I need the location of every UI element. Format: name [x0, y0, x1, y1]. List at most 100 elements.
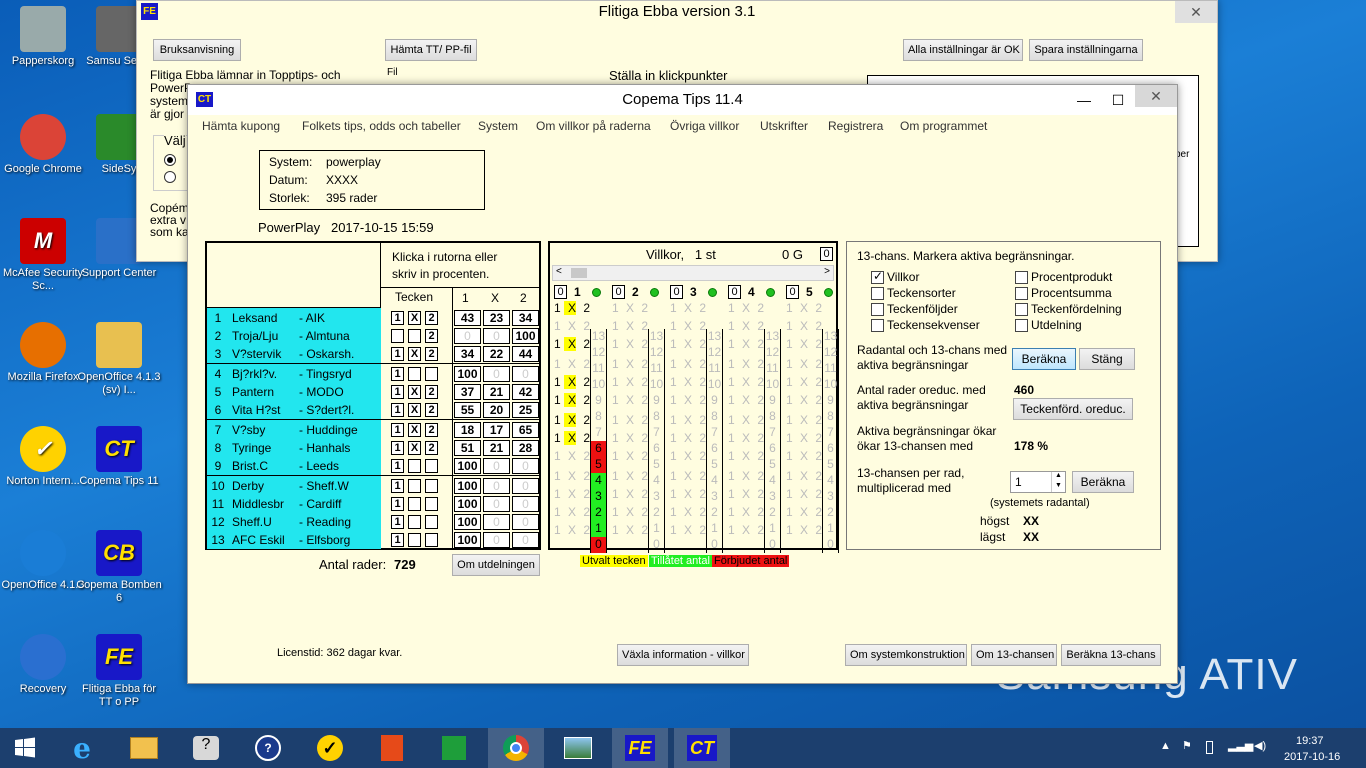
- sign-box[interactable]: 1: [391, 311, 404, 325]
- villkor-cell[interactable]: 1 X 2: [786, 357, 824, 371]
- villkor-cell[interactable]: 1 X 2: [612, 469, 650, 483]
- percent-field[interactable]: 0: [483, 366, 510, 382]
- villkor-cell[interactable]: 1 X 2: [554, 449, 592, 463]
- vaxla-information-button[interactable]: Växla information - villkor: [617, 644, 749, 666]
- sign-box[interactable]: 1: [391, 441, 404, 455]
- villkor-cell[interactable]: 1 X 2: [612, 393, 650, 407]
- desktop-icon[interactable]: Google Chrome: [0, 114, 86, 176]
- constraint-checkbox[interactable]: Teckenföljder: [871, 302, 958, 317]
- sign-box[interactable]: [425, 515, 438, 529]
- sign-box[interactable]: 2: [425, 385, 438, 399]
- sign-box[interactable]: 1: [391, 479, 404, 493]
- villkor-count-box[interactable]: 0: [728, 285, 741, 299]
- percent-field[interactable]: 0: [512, 514, 539, 530]
- villkor-cell[interactable]: 1 X 2: [728, 469, 766, 483]
- villkor-cell[interactable]: 1 X 2: [728, 523, 766, 537]
- percent-field[interactable]: 0: [483, 514, 510, 530]
- villkor-count-box[interactable]: 0: [612, 285, 625, 299]
- sign-box[interactable]: 2: [425, 441, 438, 455]
- villkor-cell[interactable]: 1 X 2: [554, 505, 592, 519]
- stang-button[interactable]: Stäng: [1079, 348, 1135, 370]
- percent-field[interactable]: 0: [512, 458, 539, 474]
- villkor-cell[interactable]: 1 X 2: [554, 523, 592, 537]
- file-explorer-icon[interactable]: [116, 728, 172, 768]
- percent-field[interactable]: 18: [454, 422, 481, 438]
- percent-field[interactable]: 100: [454, 366, 481, 382]
- villkor-cell[interactable]: 1 X 2: [786, 393, 824, 407]
- ebba-close-button[interactable]: ✕: [1175, 1, 1217, 23]
- villkor-cell[interactable]: 1 X 2: [728, 413, 766, 427]
- sign-box[interactable]: 1: [391, 347, 404, 361]
- sign-box[interactable]: 1: [391, 515, 404, 529]
- villkor-cell[interactable]: 1 X 2: [786, 337, 824, 351]
- percent-field[interactable]: 0: [483, 328, 510, 344]
- percent-field[interactable]: 0: [512, 496, 539, 512]
- villkor-cell[interactable]: 1 X 2: [786, 375, 824, 389]
- villkor-cell[interactable]: 1 X 2: [670, 487, 708, 501]
- villkor-cell[interactable]: 1 X 2: [786, 487, 824, 501]
- desktop-icon[interactable]: OpenOffice 4.1.3: [0, 530, 86, 592]
- percent-field[interactable]: 100: [454, 458, 481, 474]
- sign-box[interactable]: 2: [425, 329, 438, 343]
- percent-field[interactable]: 100: [454, 496, 481, 512]
- villkor-cell[interactable]: 1 X 2: [728, 487, 766, 501]
- sign-box[interactable]: 2: [425, 311, 438, 325]
- desktop-icon[interactable]: ✓ Norton Intern...: [0, 426, 86, 488]
- sign-box[interactable]: [425, 459, 438, 473]
- percent-field[interactable]: 17: [483, 422, 510, 438]
- villkor-cell[interactable]: 1 X 2: [612, 487, 650, 501]
- desktop-icon[interactable]: Papperskorg: [0, 6, 86, 68]
- all-settings-ok-button[interactable]: Alla inställningar är OK: [903, 39, 1023, 61]
- menu-system[interactable]: System: [478, 119, 518, 133]
- sign-box[interactable]: [408, 459, 421, 473]
- menu-om-programmet[interactable]: Om programmet: [900, 119, 987, 133]
- om-utdelningen-button[interactable]: Om utdelningen: [452, 554, 540, 576]
- villkor-cell[interactable]: 1 X 2: [612, 337, 650, 351]
- constraint-checkbox[interactable]: Procentsumma: [1015, 286, 1112, 301]
- villkor-cell[interactable]: 1 X 2: [612, 375, 650, 389]
- percent-field[interactable]: 22: [483, 346, 510, 362]
- percent-field[interactable]: 28: [512, 440, 539, 456]
- tray-flag-icon[interactable]: ⚑: [1182, 739, 1192, 752]
- villkor-cell[interactable]: 1 X 2: [554, 393, 593, 407]
- villkor-cell[interactable]: 1 X 2: [612, 431, 650, 445]
- maximize-button[interactable]: ☐: [1101, 89, 1135, 111]
- percent-field[interactable]: 100: [454, 514, 481, 530]
- percent-field[interactable]: 21: [483, 384, 510, 400]
- percent-field[interactable]: 0: [483, 458, 510, 474]
- menu-hamta-kupong[interactable]: Hämta kupong: [202, 119, 280, 133]
- percent-field[interactable]: 37: [454, 384, 481, 400]
- villkor-count-box[interactable]: 0: [554, 285, 567, 299]
- tray-up-arrow-icon[interactable]: ▲: [1160, 740, 1171, 752]
- checkbox-box[interactable]: [1015, 271, 1028, 285]
- close-button[interactable]: ✕: [1135, 85, 1177, 107]
- sign-box[interactable]: [391, 329, 404, 343]
- villkor-cell[interactable]: 1 X 2: [612, 319, 650, 333]
- desktop-icon[interactable]: Mozilla Firefox: [0, 322, 86, 384]
- checkbox-box[interactable]: [1015, 303, 1028, 317]
- villkor-cell[interactable]: 1 X 2: [612, 357, 650, 371]
- sign-box[interactable]: 2: [425, 423, 438, 437]
- percent-field[interactable]: 44: [512, 346, 539, 362]
- teckenford-oreduc-button[interactable]: Teckenförd. oreduc.: [1013, 398, 1133, 420]
- checkbox-box[interactable]: [1015, 287, 1028, 301]
- sign-box[interactable]: [425, 367, 438, 381]
- sign-box[interactable]: 1: [391, 423, 404, 437]
- checkbox-box[interactable]: [871, 287, 884, 301]
- om-13-chansen-button[interactable]: Om 13-chansen: [971, 644, 1057, 666]
- desktop-icon[interactable]: FE Flitiga Ebba för TT o PP: [76, 634, 162, 709]
- flitiga-ebba-taskbar-icon[interactable]: FE: [612, 728, 668, 768]
- villkor-cell[interactable]: 1 X 2: [728, 357, 766, 371]
- villkor-cell[interactable]: 1 X 2: [786, 469, 824, 483]
- sign-box[interactable]: [408, 479, 421, 493]
- checkbox-box[interactable]: [871, 319, 884, 333]
- sign-box[interactable]: X: [408, 311, 421, 325]
- percent-field[interactable]: 65: [512, 422, 539, 438]
- percent-field[interactable]: 100: [512, 328, 539, 344]
- villkor-cell[interactable]: 1 X 2: [554, 319, 592, 333]
- villkor-cell[interactable]: 1 X 2: [670, 301, 708, 315]
- percent-field[interactable]: 0: [512, 532, 539, 548]
- villkor-cell[interactable]: 1 X 2: [612, 413, 650, 427]
- villkor-cell[interactable]: 1 X 2: [728, 393, 766, 407]
- menu-utskrifter[interactable]: Utskrifter: [760, 119, 808, 133]
